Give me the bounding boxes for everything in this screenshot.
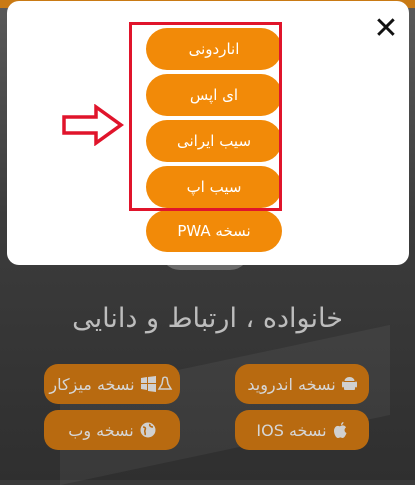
ios-download-button[interactable]: نسخه IOS xyxy=(235,410,369,450)
desktop-download-label: نسخه میزکار xyxy=(49,374,135,394)
option-iapps-button[interactable]: ای اپس xyxy=(146,74,282,116)
android-icon xyxy=(341,376,357,392)
decorative-shape xyxy=(60,324,390,485)
option-sibirani-button[interactable]: سیب ایرانی xyxy=(146,120,282,162)
ios-download-label: نسخه IOS xyxy=(256,420,327,440)
android-download-button[interactable]: نسخه اندروید xyxy=(235,364,369,404)
pointer-arrow-icon xyxy=(62,104,124,146)
web-download-button[interactable]: نسخه وب xyxy=(44,410,180,450)
windows-linux-icon xyxy=(140,376,175,392)
option-anardoni-button[interactable]: اناردونی xyxy=(146,28,282,70)
android-download-label: نسخه اندروید xyxy=(247,374,336,394)
apple-icon xyxy=(333,421,348,439)
desktop-download-button[interactable]: نسخه میزکار xyxy=(44,364,180,404)
web-download-label: نسخه وب xyxy=(68,420,134,440)
tagline: خانواده ، ارتباط و دانایی xyxy=(72,303,343,334)
option-sibapp-button[interactable]: سیب اپ xyxy=(146,166,282,208)
globe-icon xyxy=(140,422,156,438)
option-pwa-button[interactable]: نسخه PWA xyxy=(146,210,282,252)
close-icon[interactable]: ✕ xyxy=(372,14,400,44)
